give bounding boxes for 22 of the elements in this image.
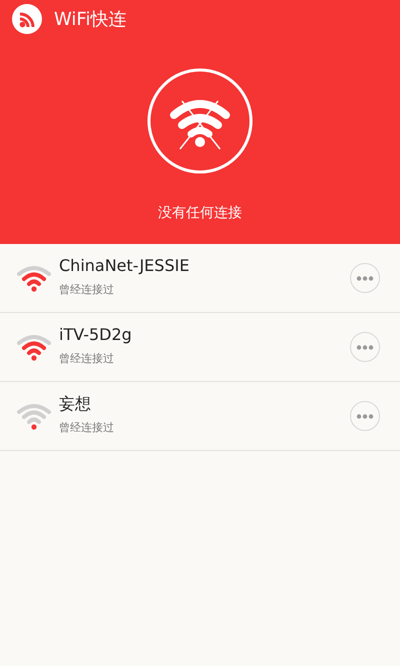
network-subtitle: 曾经连接过	[59, 282, 115, 298]
wifi-signal-icon	[16, 401, 52, 431]
app-title: WiFi快连	[54, 8, 126, 32]
connection-status: 没有任何连接	[158, 204, 242, 223]
network-subtitle: 曾经连接过	[59, 420, 115, 436]
wifi-signal-icon	[16, 332, 52, 362]
wifi-signal-icon	[16, 263, 52, 293]
network-name: ChinaNet-JESSIE	[59, 254, 190, 277]
more-icon	[356, 344, 374, 350]
network-subtitle: 曾经连接过	[59, 350, 115, 367]
more-button[interactable]	[350, 332, 380, 362]
network-item[interactable]: ChinaNet-JESSIE 曾经连接过	[0, 244, 400, 313]
more-button[interactable]	[350, 263, 380, 293]
app-logo-icon	[12, 4, 42, 34]
network-item[interactable]: 妄想 曾经连接过	[0, 382, 400, 451]
more-icon	[356, 276, 374, 280]
network-item[interactable]: iTV-5D2g 曾经连接过	[0, 313, 400, 382]
more-button[interactable]	[350, 401, 380, 431]
network-name: 妄想	[59, 392, 92, 415]
network-name: iTV-5D2g	[59, 324, 133, 346]
more-icon	[356, 414, 374, 418]
wifi-off-icon	[146, 67, 254, 175]
